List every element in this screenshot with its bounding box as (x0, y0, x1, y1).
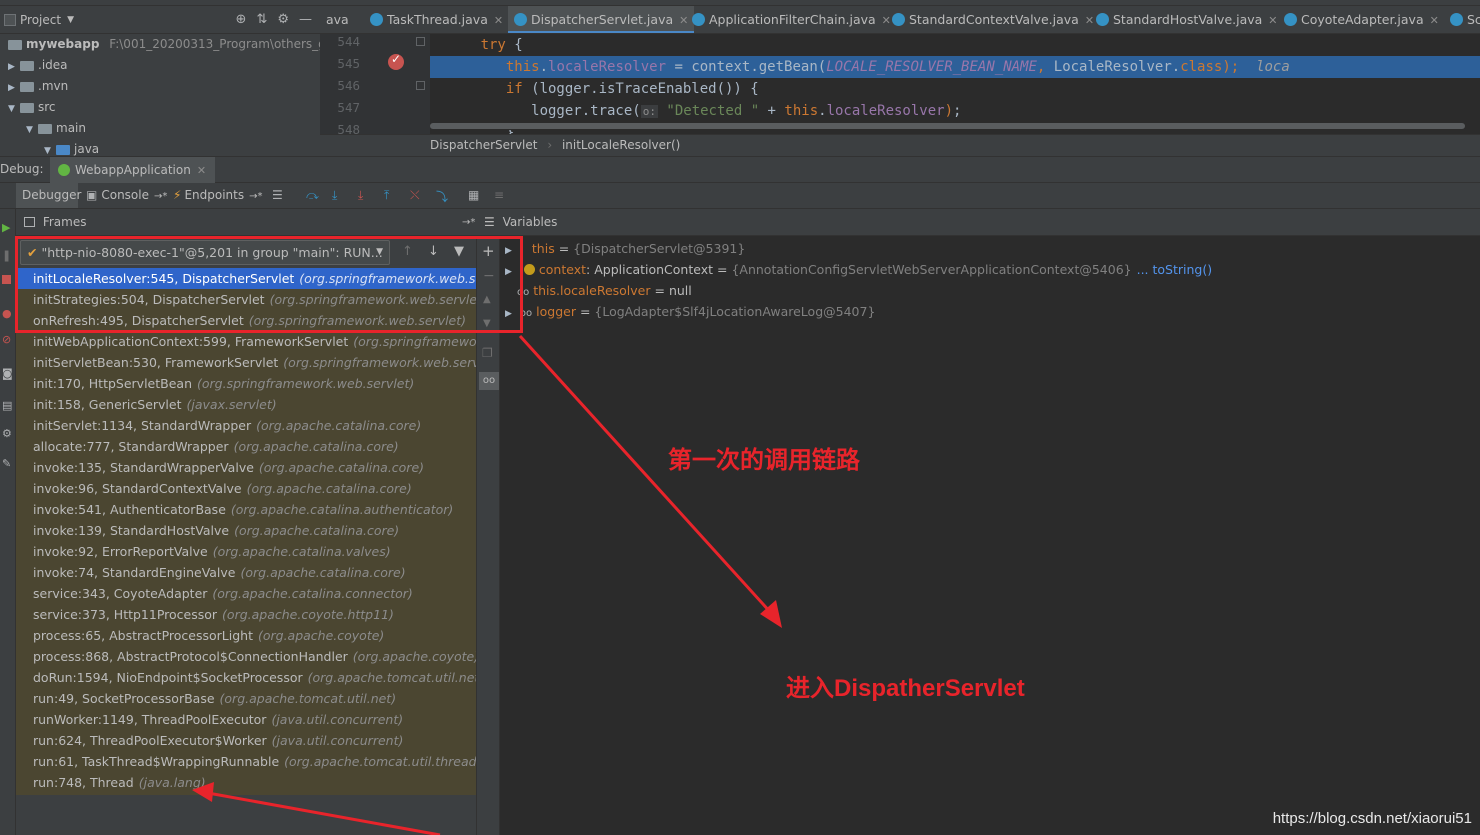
annotation-enter-servlet: 进入DispatherServlet (786, 675, 1025, 702)
annotation-call-chain: 第一次的调用链路 (668, 446, 860, 474)
arrow-head (192, 782, 214, 802)
watermark: https://blog.csdn.net/xiaorui51 (1272, 810, 1472, 827)
annotation-arrows (192, 334, 782, 835)
arrow-line (207, 791, 441, 835)
arrow-line (518, 334, 774, 616)
